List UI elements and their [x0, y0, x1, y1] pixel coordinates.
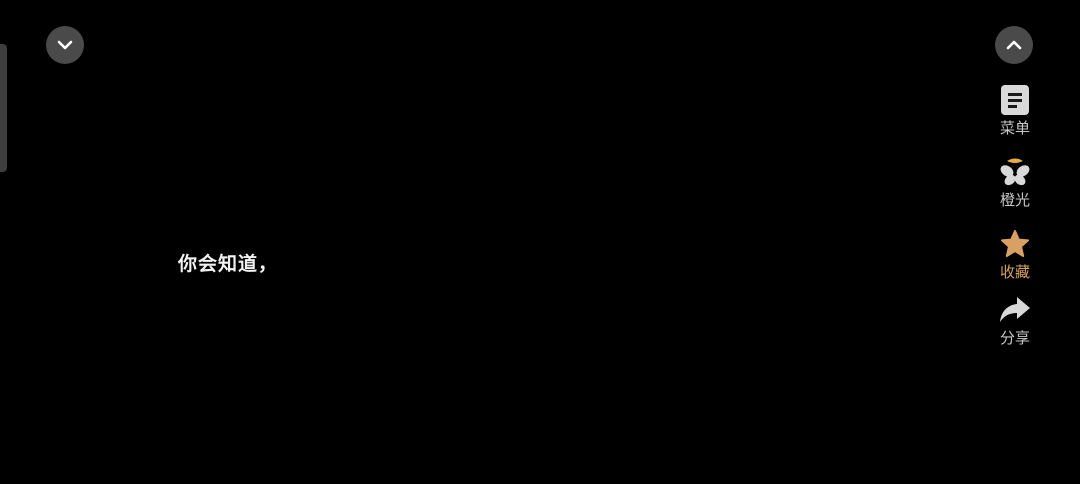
menu-button[interactable]: 菜单 [990, 84, 1040, 138]
chevron-up-icon [1004, 35, 1024, 55]
collapse-button[interactable] [46, 26, 84, 64]
favorite-label: 收藏 [999, 263, 1030, 281]
orange-light-button[interactable]: 橙光 [990, 156, 1040, 210]
favorite-button[interactable]: 收藏 [990, 228, 1040, 282]
share-button[interactable]: 分享 [990, 294, 1040, 348]
orange-light-icon [998, 156, 1032, 188]
edge-drawer-handle[interactable] [0, 44, 7, 172]
chevron-down-icon [55, 35, 75, 55]
star-icon [998, 228, 1032, 260]
expand-button[interactable] [995, 26, 1033, 64]
menu-icon [998, 84, 1032, 116]
story-text[interactable]: 你会知道， [178, 249, 278, 276]
orange-light-label: 橙光 [999, 191, 1030, 209]
menu-label: 菜单 [999, 119, 1030, 137]
share-label: 分享 [999, 329, 1030, 347]
share-icon [998, 294, 1032, 326]
